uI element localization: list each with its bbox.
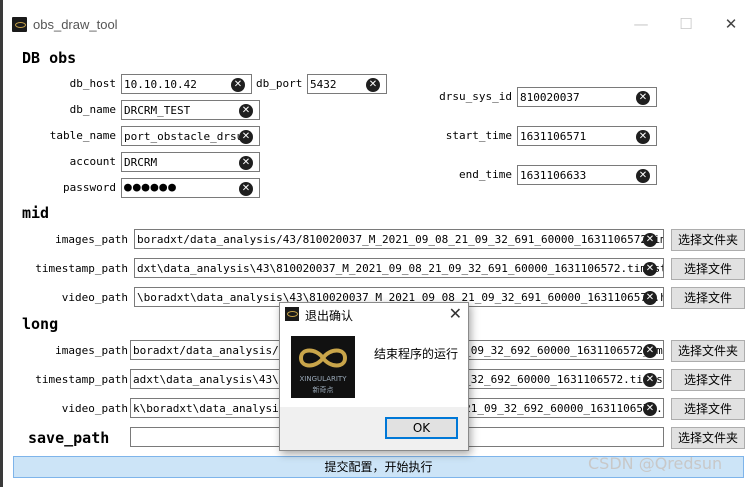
exit-confirm-dialog: 退出确认 ✕ XINGULARITY 新奇点 结束程序的运行 OK: [279, 302, 469, 451]
db-name-label: db_name: [69, 103, 116, 116]
drsu-sys-id-label: drsu_sys_id: [439, 90, 512, 103]
dialog-body: XINGULARITY 新奇点 结束程序的运行: [280, 327, 468, 407]
start-time-field[interactable]: 1631106571 ✕: [517, 126, 657, 146]
title-bar: obs_draw_tool — ☐ ✕: [3, 0, 751, 40]
db-host-value: 10.10.10.42: [124, 78, 197, 91]
password-field[interactable]: ●●●●●● ✕: [121, 178, 260, 198]
long-timestamp-path-label: timestamp_path: [35, 373, 128, 386]
csdn-watermark: CSDN @Qredsun: [588, 454, 723, 473]
mid-section-header: mid: [22, 204, 50, 222]
window-left-edge: [0, 0, 3, 487]
db-host-label: db_host: [69, 77, 116, 90]
mid-video-path-label: video_path: [61, 291, 128, 304]
password-label: password: [63, 181, 116, 194]
db-port-label: db_port: [256, 77, 303, 90]
long-video-choose-button[interactable]: 选择文件: [671, 398, 745, 420]
dialog-title-bar: 退出确认 ✕: [280, 303, 468, 327]
save-path-label: save_path: [28, 429, 110, 447]
db-port-value: 5432: [310, 78, 337, 91]
clear-x-icon[interactable]: ✕: [239, 182, 253, 196]
clear-x-icon[interactable]: ✕: [643, 344, 657, 358]
dialog-title: 退出确认: [305, 309, 354, 323]
end-time-label: end_time: [459, 168, 512, 181]
save-path-choose-button[interactable]: 选择文件夹: [671, 427, 745, 449]
mid-images-path-label: images_path: [55, 233, 128, 246]
minimize-icon[interactable]: —: [626, 14, 656, 34]
window-title: obs_draw_tool: [33, 17, 118, 32]
end-time-field[interactable]: 1631106633 ✕: [517, 165, 657, 185]
maximize-icon[interactable]: ☐: [671, 14, 701, 34]
clear-x-icon[interactable]: ✕: [231, 78, 245, 92]
start-time-label: start_time: [445, 129, 512, 142]
clear-x-icon[interactable]: ✕: [366, 78, 380, 92]
clear-x-icon[interactable]: ✕: [643, 291, 657, 305]
db-host-field[interactable]: 10.10.10.42 ✕: [121, 74, 252, 94]
clear-x-icon[interactable]: ✕: [636, 169, 650, 183]
end-time-value: 1631106633: [520, 169, 587, 182]
long-images-choose-button[interactable]: 选择文件夹: [671, 340, 745, 362]
ok-button[interactable]: OK: [385, 417, 458, 439]
table-name-label: table_name: [49, 129, 116, 142]
account-field[interactable]: DRCRM ✕: [121, 152, 260, 172]
mid-timestamp-path-value: dxt\data_analysis\43\810020037_M_2021_09…: [137, 262, 664, 275]
mid-video-choose-button[interactable]: 选择文件: [671, 287, 745, 309]
long-timestamp-choose-button[interactable]: 选择文件: [671, 369, 745, 391]
app-logo-icon: [12, 17, 27, 32]
drsu-sys-id-field[interactable]: 810020037 ✕: [517, 87, 657, 107]
app-logo-icon: [285, 307, 299, 321]
clear-x-icon[interactable]: ✕: [636, 91, 650, 105]
clear-x-icon[interactable]: ✕: [636, 130, 650, 144]
clear-x-icon[interactable]: ✕: [239, 130, 253, 144]
table-name-field[interactable]: port_obstacle_drsu ✕: [121, 126, 260, 146]
long-section-header: long: [22, 315, 59, 333]
account-label: account: [69, 155, 116, 168]
db-port-field[interactable]: 5432 ✕: [307, 74, 387, 94]
db-name-field[interactable]: DRCRM_TEST ✕: [121, 100, 260, 120]
clear-x-icon[interactable]: ✕: [239, 156, 253, 170]
table-name-value: port_obstacle_drsu: [124, 130, 244, 143]
clear-x-icon[interactable]: ✕: [643, 373, 657, 387]
mid-timestamp-choose-button[interactable]: 选择文件: [671, 258, 745, 280]
logo-text: XINGULARITY: [300, 375, 348, 383]
password-value: ●●●●●●: [124, 180, 177, 195]
mid-images-path-value: boradxt/data_analysis/43/810020037_M_202…: [137, 233, 664, 246]
long-video-path-label: video_path: [61, 402, 128, 415]
db-section-header: DB obs: [22, 49, 77, 67]
mid-timestamp-path-label: timestamp_path: [35, 262, 128, 275]
clear-x-icon[interactable]: ✕: [643, 262, 657, 276]
clear-x-icon[interactable]: ✕: [643, 402, 657, 416]
mid-timestamp-path-field[interactable]: dxt\data_analysis\43\810020037_M_2021_09…: [134, 258, 664, 278]
mid-images-choose-button[interactable]: 选择文件夹: [671, 229, 745, 251]
close-icon[interactable]: ✕: [716, 14, 746, 34]
drsu-sys-id-value: 810020037: [520, 91, 580, 104]
account-value: DRCRM: [124, 156, 158, 169]
infinity-logo-icon: XINGULARITY 新奇点: [298, 348, 348, 394]
xingularity-logo: XINGULARITY 新奇点: [291, 336, 355, 398]
clear-x-icon[interactable]: ✕: [643, 233, 657, 247]
logo-cn-text: 新奇点: [313, 385, 334, 394]
close-icon[interactable]: ✕: [449, 304, 462, 323]
db-name-value: DRCRM_TEST: [124, 104, 191, 117]
dialog-message: 结束程序的运行: [374, 347, 459, 361]
start-time-value: 1631106571: [520, 130, 587, 143]
mid-images-path-field[interactable]: boradxt/data_analysis/43/810020037_M_202…: [134, 229, 664, 249]
long-images-path-label: images_path: [55, 344, 128, 357]
clear-x-icon[interactable]: ✕: [239, 104, 253, 118]
